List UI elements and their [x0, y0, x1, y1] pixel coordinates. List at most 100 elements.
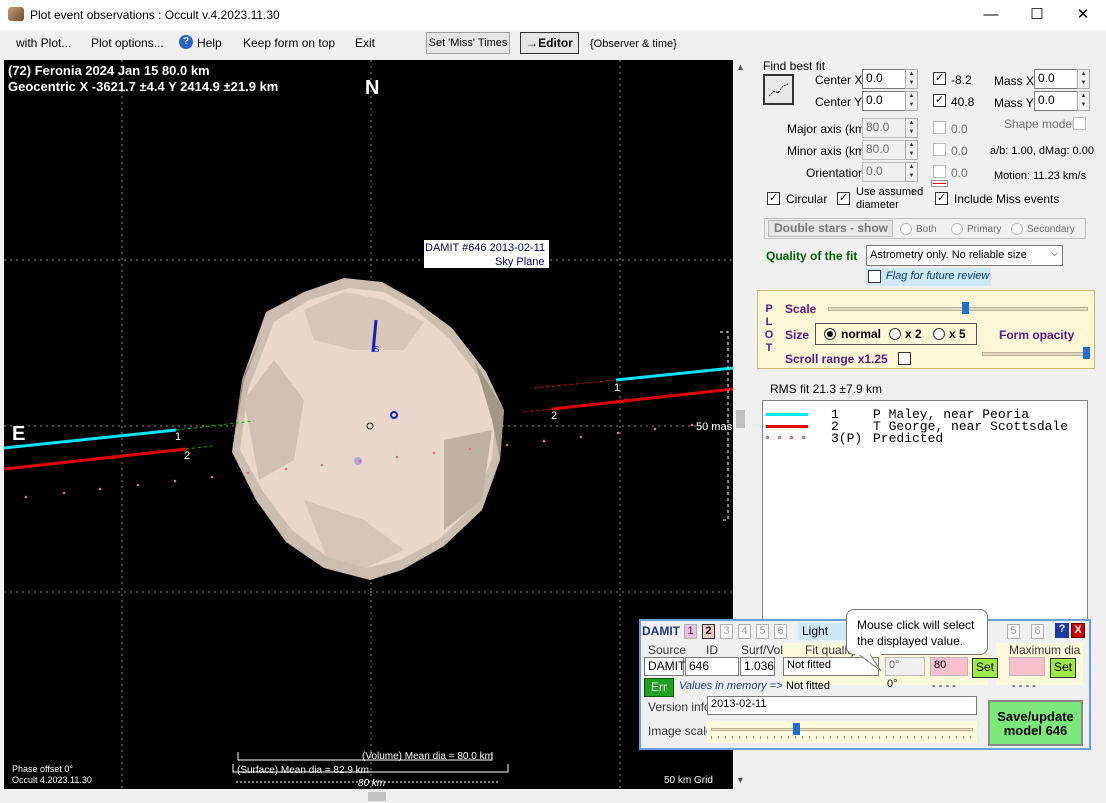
circular-checkbox[interactable]: ✓ — [767, 192, 780, 205]
damit-close-button[interactable]: X — [1071, 623, 1085, 638]
center-y-spinner[interactable]: ▲ ▼ — [905, 91, 918, 111]
double-stars-group: Double stars - show Both Primary Seconda… — [764, 218, 1086, 239]
scroll-thumb[interactable] — [736, 410, 745, 428]
set-min-button[interactable]: Set — [972, 658, 998, 678]
occult-version: Occult 4.2023.11.30 — [12, 775, 92, 785]
x-result: -8.2 — [951, 73, 972, 87]
chord-1-label-west: 1 — [175, 431, 181, 443]
set-max-button[interactable]: Set — [1050, 658, 1076, 678]
save-model-label: model 646 — [1003, 723, 1068, 738]
scale-slider[interactable] — [828, 302, 1088, 316]
center-x-spinner[interactable]: ▲ ▼ — [905, 69, 918, 89]
mass-y-spinner[interactable]: ▲ ▼ — [1077, 91, 1090, 111]
secondary-radio[interactable] — [1011, 223, 1023, 235]
damit-tab-2[interactable]: 2 — [702, 624, 715, 639]
center-x-input[interactable]: 0.0 — [862, 69, 906, 89]
size-normal-radio[interactable] — [824, 328, 836, 340]
menu-plot-options[interactable]: Plot options... — [91, 36, 164, 50]
damit-help-button[interactable]: ? — [1055, 623, 1069, 638]
opacity-slider[interactable] — [982, 347, 1090, 361]
major-axis-input[interactable]: 80.0 — [862, 118, 906, 138]
find-best-fit-button[interactable] — [763, 74, 794, 105]
scroll-range-checkbox[interactable] — [898, 352, 911, 365]
close-button[interactable]: ✕ — [1060, 0, 1106, 30]
plot-canvas[interactable]: S 1 2 1 2 (72) Feronia 2024 Jan 15 80.0 … — [4, 60, 733, 789]
include-miss-checkbox[interactable]: ✓ — [935, 192, 948, 205]
orientation-spinner[interactable]: ▲ ▼ — [905, 162, 918, 182]
image-scale-slider[interactable] — [707, 721, 977, 743]
orientation-input[interactable]: 0.0 — [862, 162, 906, 182]
minor-axis-spinner[interactable]: ▲ ▼ — [905, 140, 918, 160]
orientation-checkbox[interactable] — [933, 165, 946, 178]
quality-value: Astrometry only. No reliable size — [870, 249, 1027, 261]
app-icon — [8, 7, 24, 21]
mass-y-input[interactable]: 0.0 — [1034, 91, 1078, 111]
center-y-input[interactable]: 0.0 — [862, 91, 906, 111]
use-assumed-checkbox[interactable]: ✓ — [837, 192, 850, 205]
surf-field[interactable]: 1.036 — [740, 657, 775, 676]
hscroll-thumb[interactable] — [368, 792, 386, 801]
quality-dropdown[interactable]: Astrometry only. No reliable size ⌵ — [866, 245, 1063, 266]
damit-tab-5[interactable]: 5 — [756, 624, 769, 639]
major-axis-label: Major axis (km) — [787, 122, 870, 136]
shape-model-checkbox[interactable] — [1073, 117, 1086, 130]
minor-axis-result: 0.0 — [951, 144, 968, 158]
minor-axis-checkbox[interactable] — [933, 143, 946, 156]
size-x5-radio[interactable] — [933, 328, 945, 340]
damit-tab-3[interactable]: 3 — [720, 624, 733, 639]
center-x-fit-checkbox[interactable]: ✓ — [933, 72, 946, 85]
surf-header: Surf/Vol — [741, 643, 784, 657]
quality-of-fit-label: Quality of the fit — [766, 249, 858, 263]
scale-label: Scale — [785, 302, 817, 316]
version-info-field[interactable]: 2013-02-11 — [707, 696, 977, 715]
min-dia-field[interactable]: 80 — [930, 657, 968, 676]
degree-field[interactable]: 0° — [885, 657, 925, 676]
save-update-label: Save/update — [997, 709, 1074, 724]
line-color-swatch[interactable] — [931, 180, 948, 187]
major-axis-spinner[interactable]: ▲ ▼ — [905, 118, 918, 138]
set-miss-times-button[interactable]: Set 'Miss' Times — [426, 32, 510, 54]
source-field[interactable]: DAMIT — [644, 657, 685, 676]
max-dia-header: Maximum dia — [1009, 643, 1081, 657]
max-dia-field[interactable] — [1009, 657, 1045, 676]
damit-tab2-5[interactable]: 5 — [1007, 624, 1020, 639]
damit-tab-4[interactable]: 4 — [738, 624, 751, 639]
save-update-button[interactable]: Save/update model 646 — [988, 700, 1083, 746]
primary-radio[interactable] — [951, 223, 963, 235]
center-y-fit-checkbox[interactable]: ✓ — [933, 94, 946, 107]
size-radio-group: normal x 2 x 5 — [815, 323, 977, 345]
mass-x-input[interactable]: 0.0 — [1034, 69, 1078, 89]
scroll-up-icon[interactable]: ▲ — [736, 62, 745, 72]
form-opacity-label: Form opacity — [999, 328, 1075, 342]
size-x2-radio[interactable] — [889, 328, 901, 340]
size-label: Size — [785, 328, 810, 342]
menu-keep-on-top[interactable]: Keep form on top — [243, 36, 335, 50]
menu-help[interactable]: Help — [197, 36, 222, 50]
id-header: ID — [706, 643, 718, 657]
plot-svg: S 1 2 1 2 (72) Feronia 2024 Jan 15 80.0 … — [4, 60, 733, 789]
editor-button[interactable]: →Editor — [520, 32, 579, 54]
damit-tab2-6[interactable]: 6 — [1031, 624, 1044, 639]
major-axis-checkbox[interactable] — [933, 121, 946, 134]
plot-horizontal-scrollbar[interactable] — [4, 789, 733, 803]
center-y-label: Center Y — [815, 95, 863, 109]
source-header: Source — [648, 643, 687, 657]
use-assumed-label-1: Use assumed — [856, 186, 924, 198]
both-radio[interactable] — [900, 223, 912, 235]
shape-model-label: Shape model — [1004, 117, 1075, 131]
minimize-button[interactable]: — — [968, 0, 1014, 30]
maximize-button[interactable]: ☐ — [1014, 0, 1060, 30]
menu-with-plot[interactable]: with Plot... — [16, 36, 71, 50]
id-field[interactable]: 646 — [685, 657, 739, 676]
scroll-down-icon[interactable]: ▼ — [736, 775, 745, 785]
menu-exit[interactable]: Exit — [355, 36, 375, 50]
damit-tab-6[interactable]: 6 — [774, 624, 787, 639]
flag-review-checkbox[interactable] — [868, 270, 881, 283]
damit-tab-1[interactable]: 1 — [684, 624, 697, 639]
double-stars-button[interactable]: Double stars - show — [768, 220, 893, 237]
err-button[interactable]: Err — [644, 678, 674, 697]
mass-y-label: Mass Y — [994, 96, 1034, 110]
light-curves-button[interactable]: Light cur — [798, 623, 848, 640]
minor-axis-input[interactable]: 80.0 — [862, 140, 906, 160]
mass-x-spinner[interactable]: ▲ ▼ — [1077, 69, 1090, 89]
